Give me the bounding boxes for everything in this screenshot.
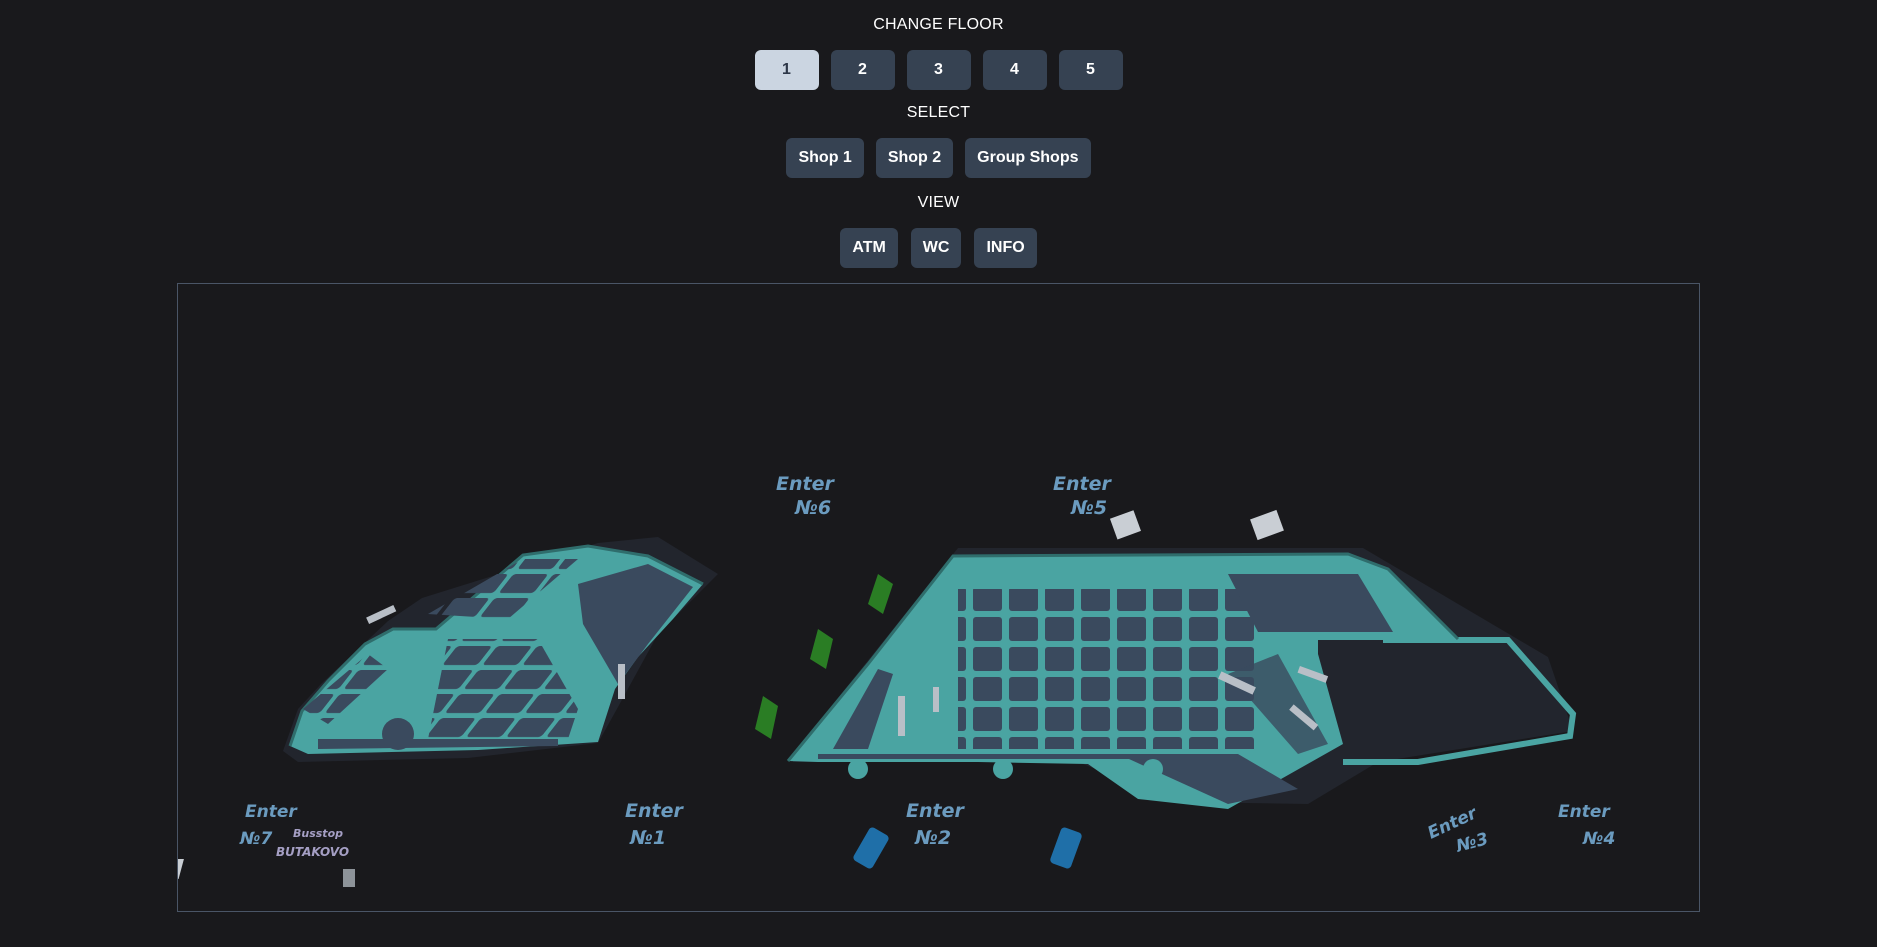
change-floor-label: CHANGE FLOOR xyxy=(873,16,1004,33)
floor-5-button[interactable]: 5 xyxy=(1058,50,1123,90)
info-button[interactable]: INFO xyxy=(974,228,1037,268)
car-icon xyxy=(853,827,1082,869)
wc-button[interactable]: WC xyxy=(910,228,962,268)
enter4-line1: Enter xyxy=(1558,802,1611,822)
enter6-line2: №6 xyxy=(794,497,831,519)
kiosk-icon xyxy=(1109,509,1284,541)
enter7-line1: Enter xyxy=(245,802,298,822)
enter4-line2: №4 xyxy=(1582,829,1615,849)
shop-2-button[interactable]: Shop 2 xyxy=(875,138,954,178)
enter5-line1: Enter xyxy=(1053,473,1112,495)
shop-1-button[interactable]: Shop 1 xyxy=(786,138,864,178)
enter2-line1: Enter xyxy=(906,800,965,822)
left-building[interactable] xyxy=(288,544,704,754)
group-shops-button[interactable]: Group Shops xyxy=(965,138,1091,178)
floor-map-3d[interactable]: Enter №6 Enter №5 Enter №7 Busstop BUTAK… xyxy=(178,284,1699,911)
enter2-line2: №2 xyxy=(914,827,951,849)
floor-buttons: 1 2 3 4 5 xyxy=(0,50,1877,90)
enter5-line2: №5 xyxy=(1070,497,1107,519)
enter3-line2: №3 xyxy=(1453,829,1490,857)
view-buttons: ATM WC INFO xyxy=(0,228,1877,268)
select-buttons: Shop 1 Shop 2 Group Shops xyxy=(0,138,1877,178)
view-label: VIEW xyxy=(917,194,960,211)
bus-icon xyxy=(178,859,355,887)
busstop-line2: BUTAKOVO xyxy=(276,845,349,859)
enter1-line2: №1 xyxy=(629,827,666,849)
enter7-line2: №7 xyxy=(239,829,272,849)
enter1-line1: Enter xyxy=(625,800,684,822)
atm-button[interactable]: ATM xyxy=(840,228,898,268)
map-viewport[interactable]: Enter №6 Enter №5 Enter №7 Busstop BUTAK… xyxy=(177,283,1700,912)
floor-4-button[interactable]: 4 xyxy=(982,50,1047,90)
enter6-line1: Enter xyxy=(776,473,835,495)
floor-3-button[interactable]: 3 xyxy=(906,50,971,90)
busstop-line1: Busstop xyxy=(293,827,343,840)
select-label: SELECT xyxy=(906,104,971,121)
floor-2-button[interactable]: 2 xyxy=(830,50,895,90)
floor-1-button[interactable]: 1 xyxy=(754,50,819,90)
